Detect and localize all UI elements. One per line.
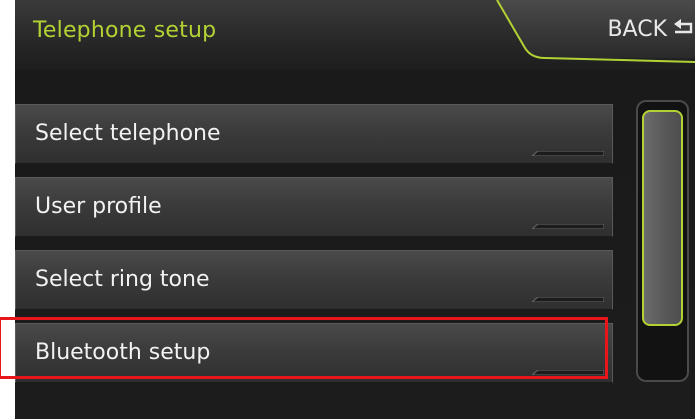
menu-item-label: Bluetooth setup	[35, 340, 211, 365]
item-notch	[532, 297, 604, 302]
menu-item-label: Select telephone	[35, 121, 221, 146]
item-notch	[532, 224, 604, 229]
back-label: BACK	[607, 17, 667, 42]
menu-item-select-telephone[interactable]: Select telephone	[15, 104, 613, 164]
telephone-setup-screen: Telephone setup BACK Select telephone Us…	[15, 0, 695, 419]
menu-item-user-profile[interactable]: User profile	[15, 177, 613, 237]
item-notch	[532, 151, 604, 156]
header-bar: Telephone setup BACK	[15, 0, 695, 70]
back-button[interactable]: BACK	[515, 0, 695, 58]
scrollbar-thumb[interactable]	[642, 110, 683, 326]
menu-item-select-ring-tone[interactable]: Select ring tone	[15, 250, 613, 310]
menu-item-label: User profile	[35, 194, 162, 219]
menu-item-label: Select ring tone	[35, 267, 210, 292]
return-arrow-icon	[674, 19, 693, 34]
item-notch	[532, 370, 604, 375]
menu-item-bluetooth-setup[interactable]: Bluetooth setup	[15, 323, 613, 383]
scrollbar[interactable]	[636, 100, 689, 382]
